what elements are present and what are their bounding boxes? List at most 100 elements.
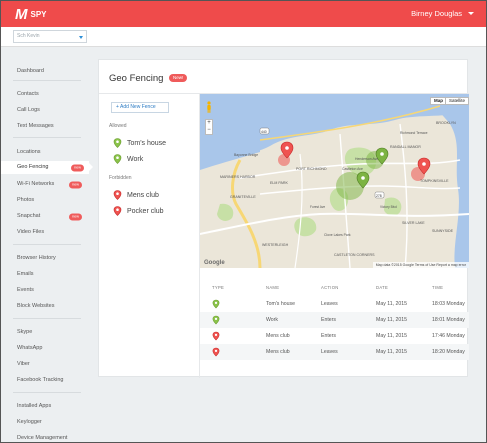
sidebar-item-geo-fencing[interactable]: Geo Fencing new — [1, 161, 93, 174]
sidebar-item-label: Contacts — [17, 91, 39, 97]
page-title: Geo Fencing — [109, 73, 164, 84]
map-place-label: Clove Lakes Park — [324, 233, 351, 237]
map-zoom-control[interactable]: + − — [205, 119, 213, 135]
map-place-label: PORT RICHMOND — [296, 167, 327, 171]
row-action: Leaves — [321, 301, 338, 307]
add-fence-button[interactable]: + Add New Fence — [111, 102, 169, 113]
sidebar-item-photos[interactable]: Photos — [17, 196, 87, 205]
row-date: May 11, 2015 — [376, 349, 408, 355]
map-type-satellite-button[interactable]: Satellite — [444, 97, 469, 105]
row-name: Mens club — [266, 349, 290, 355]
device-select-value: Sch Kevin — [17, 33, 40, 39]
sidebar-item-events[interactable]: Events — [17, 286, 87, 295]
sidebar-item-block-websites[interactable]: Block Websites — [17, 302, 87, 311]
map-place-label: Forest Ave — [310, 205, 325, 209]
sidebar-item-device-management[interactable]: Device Management — [17, 434, 87, 442]
device-select[interactable]: Sch Kevin — [13, 30, 87, 43]
sidebar-item-wifi-networks[interactable]: Wi-Fi Networks new — [17, 180, 87, 189]
sidebar-item-label: Block Websites — [17, 303, 55, 309]
sidebar-item-label: Locations — [17, 149, 41, 155]
sidebar-item-text-messages[interactable]: Text Messages — [17, 122, 87, 131]
row-name: Mens club — [266, 333, 290, 339]
fence-name: Work — [127, 155, 144, 163]
user-name: Birney Douglas — [411, 9, 462, 18]
sidebar-item-call-logs[interactable]: Call Logs — [17, 106, 87, 115]
app-logo[interactable]: M SPY — [15, 6, 47, 23]
map-attribution[interactable]: Map data ©2015 Google Terms of Use Repor… — [372, 262, 469, 268]
user-menu[interactable]: Birney Douglas — [411, 9, 474, 18]
fence-item-forbidden[interactable]: Mens club — [113, 190, 159, 200]
sidebar-item-video-files[interactable]: Video Files — [17, 228, 87, 237]
fence-item-allowed[interactable]: Work — [113, 154, 143, 164]
pin-red-icon — [113, 206, 122, 216]
sidebar-item-dashboard[interactable]: Dashboard — [17, 67, 87, 76]
sidebar-item-label: Text Messages — [17, 123, 54, 129]
table-row[interactable]: Work Enters May 11, 2015 18:01 Monday — [200, 312, 469, 328]
sidebar-item-installed-apps[interactable]: Installed Apps — [17, 402, 87, 411]
row-action: Leaves — [321, 349, 338, 355]
table-row[interactable]: Mens club Leaves May 11, 2015 18:20 Mond… — [200, 344, 469, 360]
pin-green-icon — [212, 299, 220, 309]
sidebar-item-label: Device Management — [17, 435, 68, 441]
geo-fencing-card: Geo Fencing New! + Add New Fence Allowed… — [98, 59, 469, 378]
map-route-shield: 278 — [376, 194, 382, 198]
sidebar-item-skype[interactable]: Skype — [17, 328, 87, 337]
sidebar-item-snapchat[interactable]: Snapchat new — [17, 212, 87, 221]
chevron-down-icon — [79, 36, 83, 39]
map-place-label: Henderson Ave — [355, 157, 378, 161]
column-header-type: TYPE — [212, 285, 225, 290]
sidebar-item-facebook-tracking[interactable]: Facebook Tracking — [17, 376, 87, 385]
map-place-label: Bayonne Bridge — [234, 153, 258, 157]
map-place-label: Castleton Ave — [342, 167, 363, 171]
sidebar-item-label: Keylogger — [17, 419, 42, 425]
map-place-label: ELM PARK — [270, 181, 289, 185]
sidebar-divider — [13, 80, 81, 81]
sidebar-item-label: Installed Apps — [17, 403, 52, 409]
new-badge: new — [71, 164, 84, 171]
sidebar-divider — [13, 244, 81, 245]
fence-item-allowed[interactable]: Tom's house — [113, 138, 166, 148]
sidebar-item-label: Photos — [17, 197, 35, 203]
sidebar-item-label: WhatsApp — [17, 345, 43, 351]
row-time: 18:20 Monday — [432, 349, 465, 355]
pin-red-icon — [212, 347, 220, 357]
zoom-in-button[interactable]: + — [206, 120, 212, 127]
pin-red-icon — [113, 190, 122, 200]
sidebar-divider — [13, 392, 81, 393]
row-name: Tom's house — [266, 301, 295, 307]
sidebar-item-label: Browser History — [17, 255, 56, 261]
sidebar-item-viber[interactable]: Viber — [17, 360, 87, 369]
map-place-label: Victory Blvd — [380, 205, 397, 209]
forbidden-group-label: Forbidden — [109, 175, 132, 181]
map-canvas[interactable]: MARINERS HARBOR PORT RICHMOND ELM PARK C… — [200, 94, 469, 268]
sidebar-item-label: Facebook Tracking — [17, 377, 64, 383]
sidebar-item-label: Emails — [17, 271, 34, 277]
map-route-shield: 440 — [261, 130, 267, 134]
sidebar: Dashboard Contacts Call Logs Text Messag… — [1, 48, 93, 442]
sidebar-item-keylogger[interactable]: Keylogger — [17, 418, 87, 427]
fence-map[interactable]: MARINERS HARBOR PORT RICHMOND ELM PARK C… — [200, 94, 469, 268]
row-time: 18:01 Monday — [432, 317, 465, 323]
new-badge: New! — [169, 74, 188, 82]
table-row[interactable]: Tom's house Leaves May 11, 2015 18:03 Mo… — [200, 296, 469, 312]
pegman-icon[interactable] — [206, 101, 212, 113]
map-place-label: GRANITEVILLE — [230, 195, 256, 199]
sidebar-divider — [13, 318, 81, 319]
sidebar-item-label: Snapchat — [17, 213, 41, 219]
column-header-date: DATE — [376, 285, 389, 290]
sidebar-item-contacts[interactable]: Contacts — [17, 90, 87, 99]
zoom-out-button[interactable]: − — [206, 127, 212, 134]
row-date: May 11, 2015 — [376, 333, 408, 339]
fence-name: Pocker club — [127, 207, 164, 215]
sidebar-item-emails[interactable]: Emails — [17, 270, 87, 279]
device-bar: Sch Kevin — [1, 27, 486, 47]
google-logo[interactable]: Google — [204, 260, 225, 266]
sidebar-item-browser-history[interactable]: Browser History — [17, 254, 87, 263]
sidebar-item-whatsapp[interactable]: WhatsApp — [17, 344, 87, 353]
sidebar-item-label: Dashboard — [17, 68, 44, 74]
row-time: 18:03 Monday — [432, 301, 465, 307]
fence-item-forbidden[interactable]: Pocker club — [113, 206, 164, 216]
table-row[interactable]: Mens club Enters May 11, 2015 17:46 Mond… — [200, 328, 469, 344]
map-place-label: BROOKLYN — [436, 121, 456, 125]
sidebar-item-locations[interactable]: Locations — [17, 148, 87, 157]
